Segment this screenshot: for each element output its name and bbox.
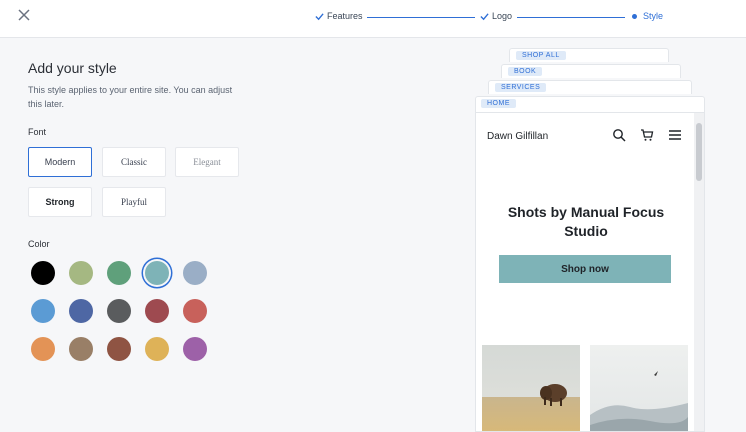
- preview-tab-book[interactable]: BOOK: [501, 64, 681, 78]
- step-label: Style: [643, 11, 664, 21]
- tab-label: BOOK: [508, 67, 543, 76]
- font-option-modern[interactable]: Modern: [28, 147, 92, 177]
- site-preview: Dawn Gilfillan Shots by Manual Focus Stu…: [475, 112, 705, 432]
- font-option-classic[interactable]: Classic: [102, 147, 166, 177]
- page-title: Add your style: [28, 60, 117, 76]
- color-section-label: Color: [28, 239, 50, 249]
- font-section-label: Font: [28, 127, 47, 137]
- tab-label: SERVICES: [495, 83, 547, 92]
- color-swatch[interactable]: [107, 337, 131, 361]
- preview-tab-shop-all[interactable]: SHOP ALL: [509, 48, 669, 62]
- color-swatch[interactable]: [31, 337, 55, 361]
- preview-tab-home[interactable]: HOME: [475, 96, 705, 113]
- color-swatch[interactable]: [69, 299, 93, 323]
- color-swatch[interactable]: [107, 299, 131, 323]
- step-label: Features: [327, 11, 363, 21]
- step-features[interactable]: Features: [315, 11, 363, 21]
- mountain-photo: [590, 345, 688, 431]
- color-swatch[interactable]: [31, 299, 55, 323]
- color-swatch[interactable]: [183, 261, 207, 285]
- shop-now-button[interactable]: Shop now: [499, 255, 671, 283]
- active-step-dot-icon: [632, 13, 637, 19]
- preview-hero-title: Shots by Manual Focus Studio: [507, 204, 665, 239]
- color-swatch[interactable]: [145, 261, 169, 285]
- top-bar: Features Logo Style: [0, 0, 746, 38]
- color-swatch[interactable]: [183, 337, 207, 361]
- color-swatch[interactable]: [145, 299, 169, 323]
- color-swatch[interactable]: [107, 261, 131, 285]
- font-option-playful[interactable]: Playful: [102, 187, 166, 217]
- step-connector: [367, 17, 475, 18]
- scrollbar-thumb[interactable]: [696, 123, 702, 181]
- step-style[interactable]: Style: [632, 11, 663, 21]
- step-label: Logo: [492, 11, 513, 21]
- color-swatch[interactable]: [31, 261, 55, 285]
- cart-icon[interactable]: [640, 128, 654, 142]
- page-description: This style applies to your entire site. …: [28, 85, 233, 109]
- tab-label: HOME: [481, 99, 516, 108]
- color-swatch[interactable]: [69, 337, 93, 361]
- step-connector: [517, 17, 625, 18]
- color-swatch[interactable]: [145, 337, 169, 361]
- color-swatch[interactable]: [183, 299, 207, 323]
- bison-photo: [482, 345, 580, 431]
- close-icon[interactable]: [15, 8, 33, 26]
- tab-label: SHOP ALL: [516, 51, 566, 60]
- check-icon: [315, 12, 324, 20]
- menu-icon[interactable]: [668, 128, 682, 142]
- preview-nav-icons: [612, 128, 682, 142]
- check-icon: [480, 12, 489, 20]
- color-swatch[interactable]: [69, 261, 93, 285]
- preview-tab-services[interactable]: SERVICES: [488, 80, 692, 94]
- preview-scrollbar[interactable]: [694, 113, 704, 431]
- step-logo[interactable]: Logo: [480, 11, 512, 21]
- font-option-elegant[interactable]: Elegant: [175, 147, 239, 177]
- preview-site-name: Dawn Gilfillan: [487, 131, 549, 142]
- font-option-strong[interactable]: Strong: [28, 187, 92, 217]
- search-icon[interactable]: [612, 128, 626, 142]
